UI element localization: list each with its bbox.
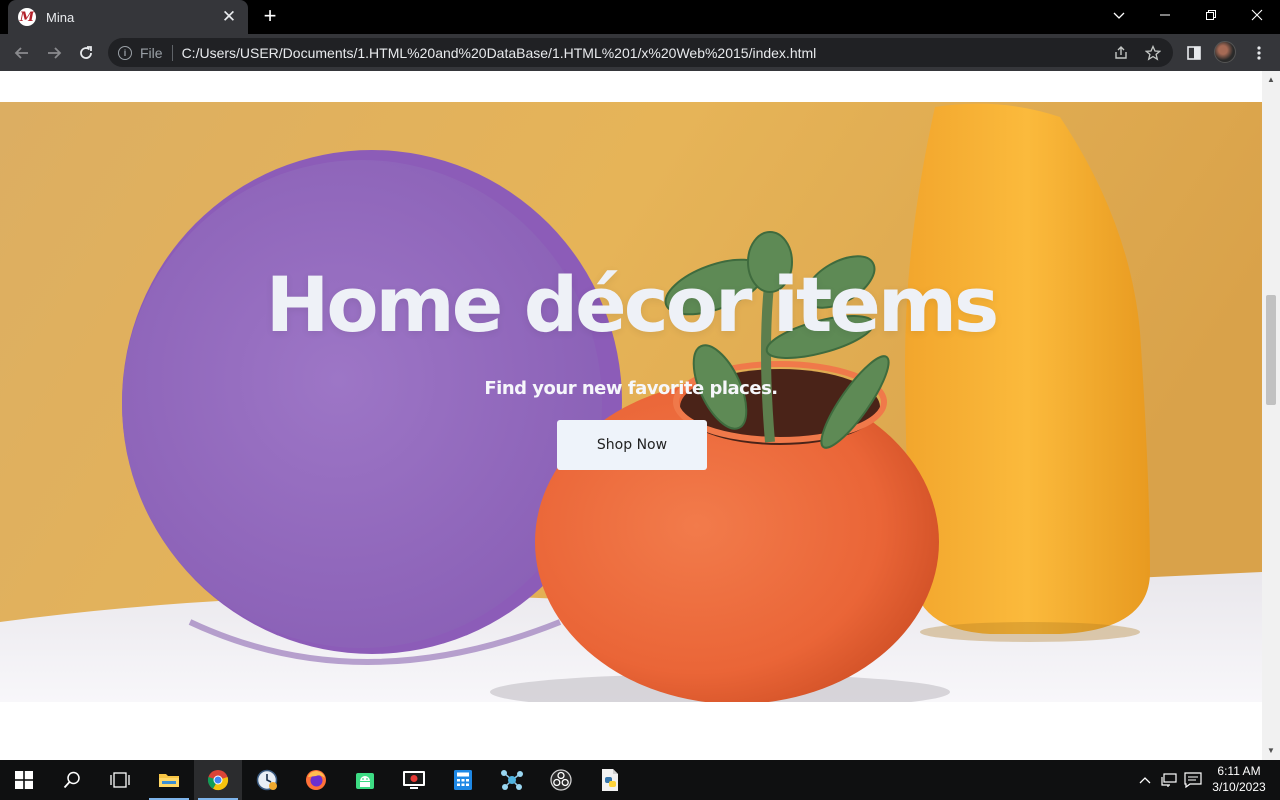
search-icon[interactable]	[48, 760, 96, 800]
url-text[interactable]: C:/Users/USER/Documents/1.HTML%20and%20D…	[182, 45, 817, 61]
forward-button[interactable]	[41, 40, 67, 66]
task-view-icon[interactable]	[96, 760, 144, 800]
browser-toolbar: i File C:/Users/USER/Documents/1.HTML%20…	[0, 34, 1280, 71]
browser-tab[interactable]: M Mina ✕	[8, 0, 248, 34]
tab-strip: M Mina ✕ +	[0, 0, 1280, 34]
hero-subtitle: Find your new favorite places.	[484, 378, 778, 399]
reload-icon	[80, 46, 92, 59]
profile-avatar[interactable]	[1214, 41, 1236, 63]
chrome-icon[interactable]	[194, 760, 242, 800]
firefox-icon[interactable]	[292, 760, 340, 800]
hero-banner: Home décor items Find your new favorite …	[0, 102, 1262, 702]
reload-button[interactable]	[73, 40, 99, 66]
network-nodes-icon[interactable]	[488, 760, 536, 800]
scroll-up-arrow-icon[interactable]: ▲	[1266, 75, 1276, 85]
obs-icon[interactable]	[537, 760, 585, 800]
site-favicon-icon: M	[18, 8, 36, 26]
notification-icon[interactable]	[1182, 760, 1204, 800]
close-tab-icon[interactable]: ✕	[220, 7, 238, 27]
tab-title: Mina	[46, 9, 75, 25]
close-window-button[interactable]	[1234, 0, 1280, 30]
kebab-menu-icon[interactable]	[1248, 42, 1270, 64]
scrollbar-thumb[interactable]	[1266, 295, 1276, 405]
hero-content: Home décor items Find your new favorite …	[0, 102, 1262, 702]
side-panel-icon[interactable]	[1183, 42, 1205, 64]
info-icon[interactable]: i	[118, 45, 132, 60]
windows-taskbar	[0, 760, 1280, 800]
calculator-icon[interactable]	[439, 760, 487, 800]
star-icon[interactable]	[1144, 44, 1162, 62]
new-tab-button[interactable]: +	[258, 5, 282, 29]
page-viewport: Home décor items Find your new favorite …	[0, 71, 1262, 760]
minimize-window-button[interactable]	[1142, 0, 1188, 30]
shop-now-button[interactable]: Shop Now	[557, 420, 707, 470]
android-icon[interactable]	[341, 760, 389, 800]
start-button[interactable]	[0, 760, 48, 800]
clock-date: 3/10/2023	[1212, 780, 1266, 794]
share-icon[interactable]	[1112, 44, 1130, 62]
arrow-right-icon	[48, 47, 62, 59]
taskbar-clock[interactable]: 6:11 AM 3/10/2023	[1206, 763, 1272, 795]
clock-icon[interactable]	[243, 760, 291, 800]
windows-logo-icon	[15, 771, 33, 789]
page-scrollbar[interactable]: ▲ ▼	[1262, 71, 1280, 760]
chevron-up-icon[interactable]	[1136, 760, 1154, 800]
scroll-down-arrow-icon[interactable]: ▼	[1266, 746, 1276, 756]
folder-icon[interactable]	[145, 760, 193, 800]
python-icon[interactable]	[586, 760, 634, 800]
network-icon[interactable]	[1158, 760, 1180, 800]
omnibox-divider	[171, 44, 173, 61]
restore-window-button[interactable]	[1188, 0, 1234, 30]
arrow-left-icon	[14, 47, 28, 59]
tab-search-chevron-icon[interactable]	[1096, 0, 1142, 30]
hero-title: Home décor items	[265, 260, 1000, 349]
url-scheme-label: File	[140, 44, 163, 61]
clock-time: 6:11 AM	[1217, 764, 1261, 778]
address-bar[interactable]: i File C:/Users/USER/Documents/1.HTML%20…	[108, 38, 1173, 67]
record-icon[interactable]	[390, 760, 438, 800]
back-button[interactable]	[9, 40, 35, 66]
